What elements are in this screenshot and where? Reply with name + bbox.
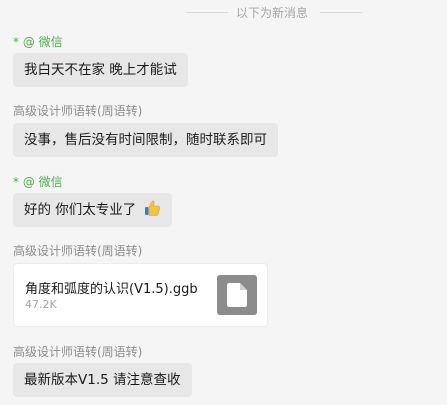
message-bubble[interactable]: 好的 你们太专业了 [13, 193, 172, 227]
file-size: 47.2K [25, 298, 57, 311]
message-sender: * @ 微信 [13, 175, 63, 189]
message-bubble[interactable]: 最新版本V1.5 请注意查收 [13, 363, 192, 397]
message-sender: 高级设计师语转(周语转) [13, 244, 143, 258]
message-bubble[interactable]: 我白天不在家 晚上才能试 [13, 53, 188, 87]
divider-line-left [186, 12, 228, 13]
message-text: 好的 你们太专业了 [24, 202, 137, 218]
thumbs-up-icon [143, 196, 161, 230]
divider-line-right [320, 12, 362, 13]
file-attachment[interactable]: 角度和弧度的认识(V1.5).ggb 47.2K [13, 263, 268, 327]
message-sender: 高级设计师语转(周语转) [13, 104, 143, 118]
message-sender: 高级设计师语转(周语转) [13, 345, 143, 359]
document-icon [217, 275, 257, 315]
divider-text: 以下为新消息 [236, 6, 309, 20]
file-name: 角度和弧度的认识(V1.5).ggb [25, 282, 198, 297]
new-messages-divider: 以下为新消息 [0, 4, 447, 22]
message-bubble[interactable]: 没事，售后没有时间限制，随时联系即可 [13, 123, 278, 157]
message-sender: * @ 微信 [13, 35, 63, 49]
